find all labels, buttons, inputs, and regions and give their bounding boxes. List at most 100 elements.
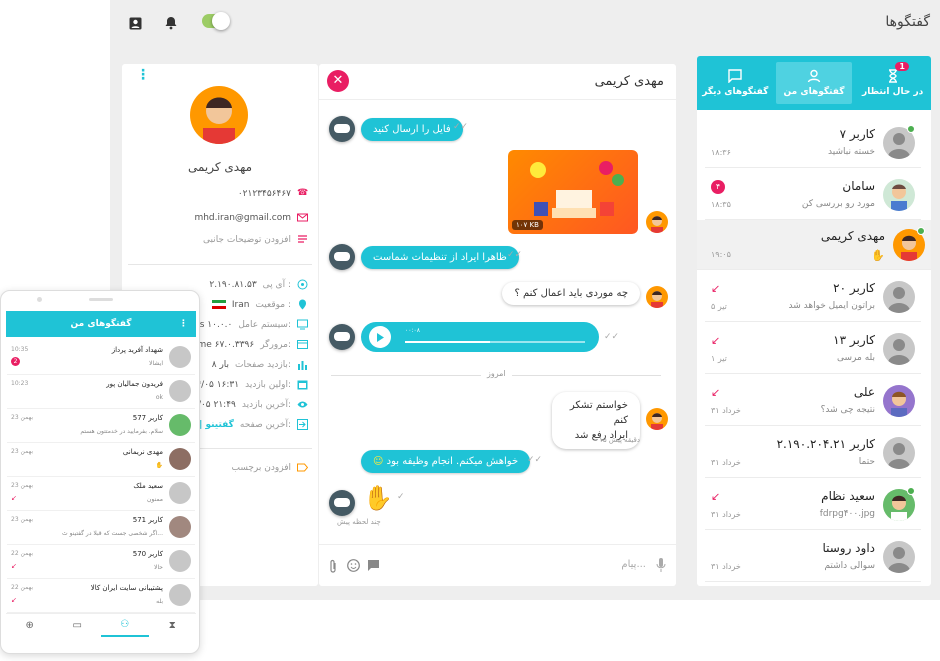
browser-label: مرورگر: [260, 339, 291, 350]
read-check-icon: ✓ [397, 492, 405, 502]
tab-label: در حال انتظار [862, 87, 924, 97]
conversation-item[interactable]: داود روستا سوالی داشتم ۳۱ خرداد [705, 532, 921, 582]
user-avatar [646, 211, 668, 233]
ip-row: ۲.۱۹۰.۸۱.۵۳ آی پی : [209, 279, 308, 290]
play-button[interactable] [369, 326, 391, 348]
audio-progress-track[interactable] [405, 341, 585, 343]
user-avatar [646, 286, 668, 308]
conversation-item[interactable]: علی نتیجه چی شد؟ ↙ ۳۱ خرداد [705, 376, 921, 426]
waiting-count-badge: 1 [895, 62, 909, 71]
profile-phone-row[interactable]: ۰۲۱۲۳۴۵۶۴۶۷ ☎ [238, 188, 308, 199]
mobile-conv-preview: ok [155, 394, 163, 401]
conversation-list-panel: 1 در حال انتظار گفتگوهای من گفتگوهای دیگ… [697, 56, 931, 586]
browser-icon [297, 340, 308, 349]
image-attachment[interactable]: ۱۰۷ KB [508, 150, 638, 234]
mobile-nav-mine[interactable]: ⚇ [101, 614, 149, 637]
mobile-nav-waiting[interactable]: ⧗ [149, 614, 197, 637]
bot-avatar [329, 244, 355, 270]
conversation-preview: خسته نباشید [828, 147, 875, 157]
unread-badge: 2 [11, 357, 20, 366]
message-line: خواستم تشکر کنم [569, 400, 628, 426]
conversation-item[interactable]: کاربر ۷ خسته نباشید ۱۸:۳۶ [705, 118, 921, 168]
avatar [169, 414, 191, 436]
conversation-time: ۳۱ خرداد [711, 406, 741, 415]
emoji-icon[interactable] [347, 559, 360, 572]
tab-my-conversations[interactable]: گفتگوهای من [775, 62, 853, 104]
close-chat-button[interactable]: ✕ [327, 70, 349, 92]
attachment-icon[interactable] [329, 559, 337, 573]
browser-row: rome ۶۷.۰.۳۳۹۶ مرورگر: [188, 339, 308, 350]
conversation-item[interactable]: کاربر ۲.۱۹۰.۲۰۴.۲۱ حتما ۳۱ خرداد [705, 428, 921, 478]
quick-reply-icon[interactable] [367, 559, 380, 572]
add-tag-row[interactable]: افزودن برچسب [232, 462, 308, 473]
mobile-conv-preview: ممنون [147, 496, 163, 503]
mobile-conversation-item[interactable]: فریدون جمالیان پور ok 10:23 [7, 375, 195, 409]
mobile-conversation-item[interactable]: کاربر 577 سلام. بفرمایید در خدمتتون هستم 2… [7, 409, 195, 443]
bell-icon[interactable] [162, 14, 180, 32]
tab-waiting[interactable]: 1 در حال انتظار [854, 56, 931, 110]
audio-message[interactable]: ۰۰:۰۸ [361, 322, 599, 352]
avatar [169, 448, 191, 470]
signal-icon [297, 279, 308, 290]
online-toggle[interactable] [202, 12, 230, 30]
top-bar: گفتگوها [110, 0, 940, 48]
mobile-conversation-item[interactable]: کاربر 571 اگر شخصی جست که قبلا در گفتینو … [7, 511, 195, 545]
conversation-item[interactable]: کاربر ۲۰ براتون ایمیل خواهد شد ↙ ۵ تیر [705, 272, 921, 322]
read-check-icon: ✓✓ [604, 332, 620, 342]
phone-icon: ☎ [297, 188, 309, 198]
flag-icon [211, 300, 226, 309]
avatar [883, 179, 915, 211]
profile-name: مهدی کریمی [187, 160, 253, 174]
message-input[interactable]: پیام... [621, 559, 646, 570]
contact-card-icon[interactable] [126, 14, 144, 32]
conversation-item-selected[interactable]: مهدی کریمی ✋ ۱۹:۰۵ [697, 220, 931, 270]
conversation-name: کاربر ۲۰ [833, 281, 875, 295]
mobile-menu-icon[interactable]: ⋮ [179, 311, 188, 337]
read-check-icon: ✓✓ [527, 455, 543, 465]
chat-icon [728, 69, 743, 83]
chat-panel: مهدی کریمی ✕ فایل را ارسال کنید ✓✓ ۱۰۷ K… [319, 64, 676, 586]
avatar [883, 385, 915, 417]
profile-notes-row[interactable]: افزودن توضیحات جانبی [203, 234, 308, 245]
last-page-row[interactable]: گفتینو | ثب آخرین صفحه: [183, 419, 308, 430]
eye-icon [297, 401, 308, 408]
outgoing-arrow-icon: ↙ [711, 334, 721, 347]
phone-value: ۰۲۱۲۳۴۵۶۴۶۷ [237, 188, 291, 199]
mobile-conversation-item[interactable]: کاربر 570 حالا 22 بهمن ↙ [7, 545, 195, 579]
conversation-preview: fdrpg۴۰۰.jpg [819, 509, 875, 519]
location-row: Iran موقعیت : [211, 299, 308, 310]
play-icon [377, 332, 384, 342]
mobile-nav-other[interactable]: ▭ [54, 614, 102, 637]
desktop-app: گفتگوها 1 در حال انتظار گفتگوهای من گفتگ… [110, 0, 940, 600]
globe-icon: ⊕ [25, 620, 34, 631]
unread-badge: ۴ [711, 180, 725, 194]
conversation-item[interactable]: سعید نظام fdrpg۴۰۰.jpg ↙ ۳۱ خرداد [705, 480, 921, 530]
message-composer: پیام... [319, 544, 676, 586]
message-timestamp: ۱۵ دقیقه پیش [599, 436, 640, 444]
conversation-preview: سوالی داشتم [824, 561, 875, 571]
mobile-nav-globe[interactable]: ⊕ [6, 614, 54, 637]
profile-menu-icon[interactable]: ⋮ [136, 68, 150, 82]
page-title: گفتگوها [885, 14, 930, 30]
audio-progress-fill [405, 341, 490, 343]
conversation-item[interactable]: کاربر ۱۳ بله مرسی ↙ ۱ تیر [705, 324, 921, 374]
os-row: ws ۱۰.۰.۰ سیستم عامل: [192, 319, 308, 330]
mobile-conversation-item[interactable]: مهدی نریمانی ✋ 23 بهمن [7, 443, 195, 477]
microphone-icon[interactable] [656, 558, 666, 572]
avatar [883, 541, 915, 573]
mobile-conv-name: مهدی نریمانی [122, 448, 163, 456]
mobile-conv-preview: بله [156, 598, 163, 605]
profile-email-row[interactable]: mhd.iran@gmail.com [194, 212, 308, 223]
outgoing-arrow-icon: ↙ [11, 562, 17, 570]
mobile-conversation-item[interactable]: سعید ملک ممنون 23 بهمن ↙ [7, 477, 195, 511]
mobile-conv-name: فریدون جمالیان پور [106, 380, 163, 388]
mobile-conversation-item[interactable]: پشتیبانی سایت ایران کالا بله 22 بهمن ↙ [7, 579, 195, 613]
location-pin-icon [299, 299, 306, 310]
ip-label: آی پی : [262, 279, 291, 290]
pageviews-label: بازدید صفحات: [235, 359, 291, 370]
tab-other-conversations[interactable]: گفتگوهای دیگر [697, 56, 774, 110]
mobile-conversation-item[interactable]: شهداد آفرید پرداز ایشالا 10:35 2 [7, 341, 195, 375]
conversation-item[interactable]: سامان مورد رو بررسی کن ۴ ۱۸:۳۵ [705, 170, 921, 220]
bot-avatar [329, 116, 355, 142]
wave-emoji-icon: ✋ [155, 462, 163, 469]
